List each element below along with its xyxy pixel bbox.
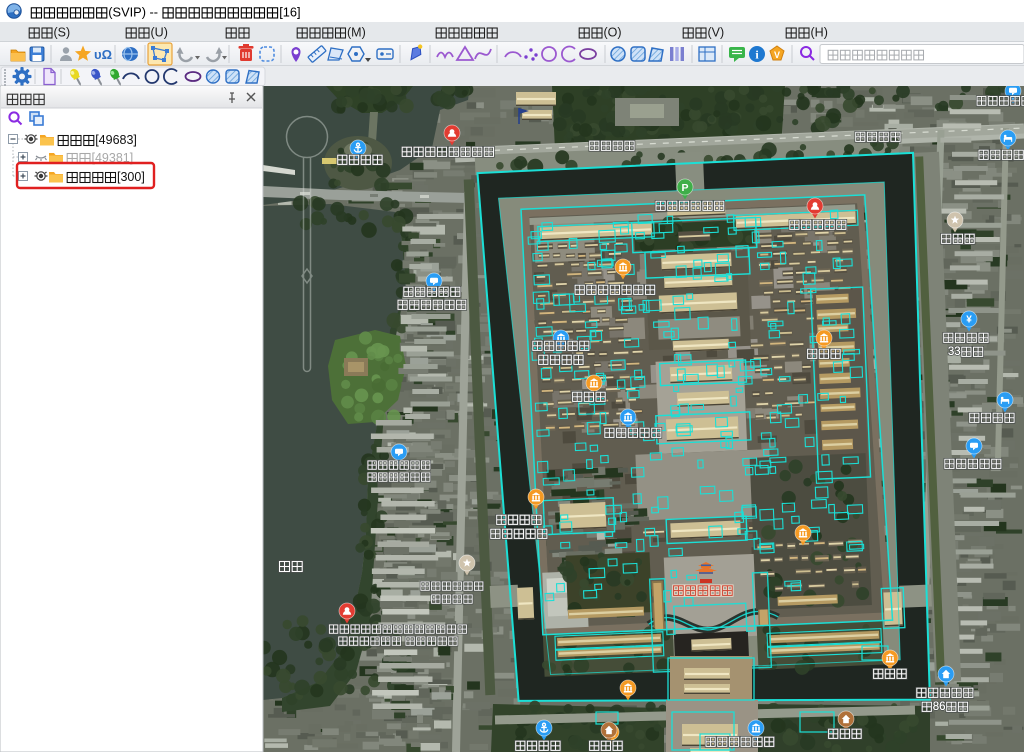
svg-text:¥: ¥ (966, 315, 972, 326)
svg-text:P: P (681, 182, 688, 194)
